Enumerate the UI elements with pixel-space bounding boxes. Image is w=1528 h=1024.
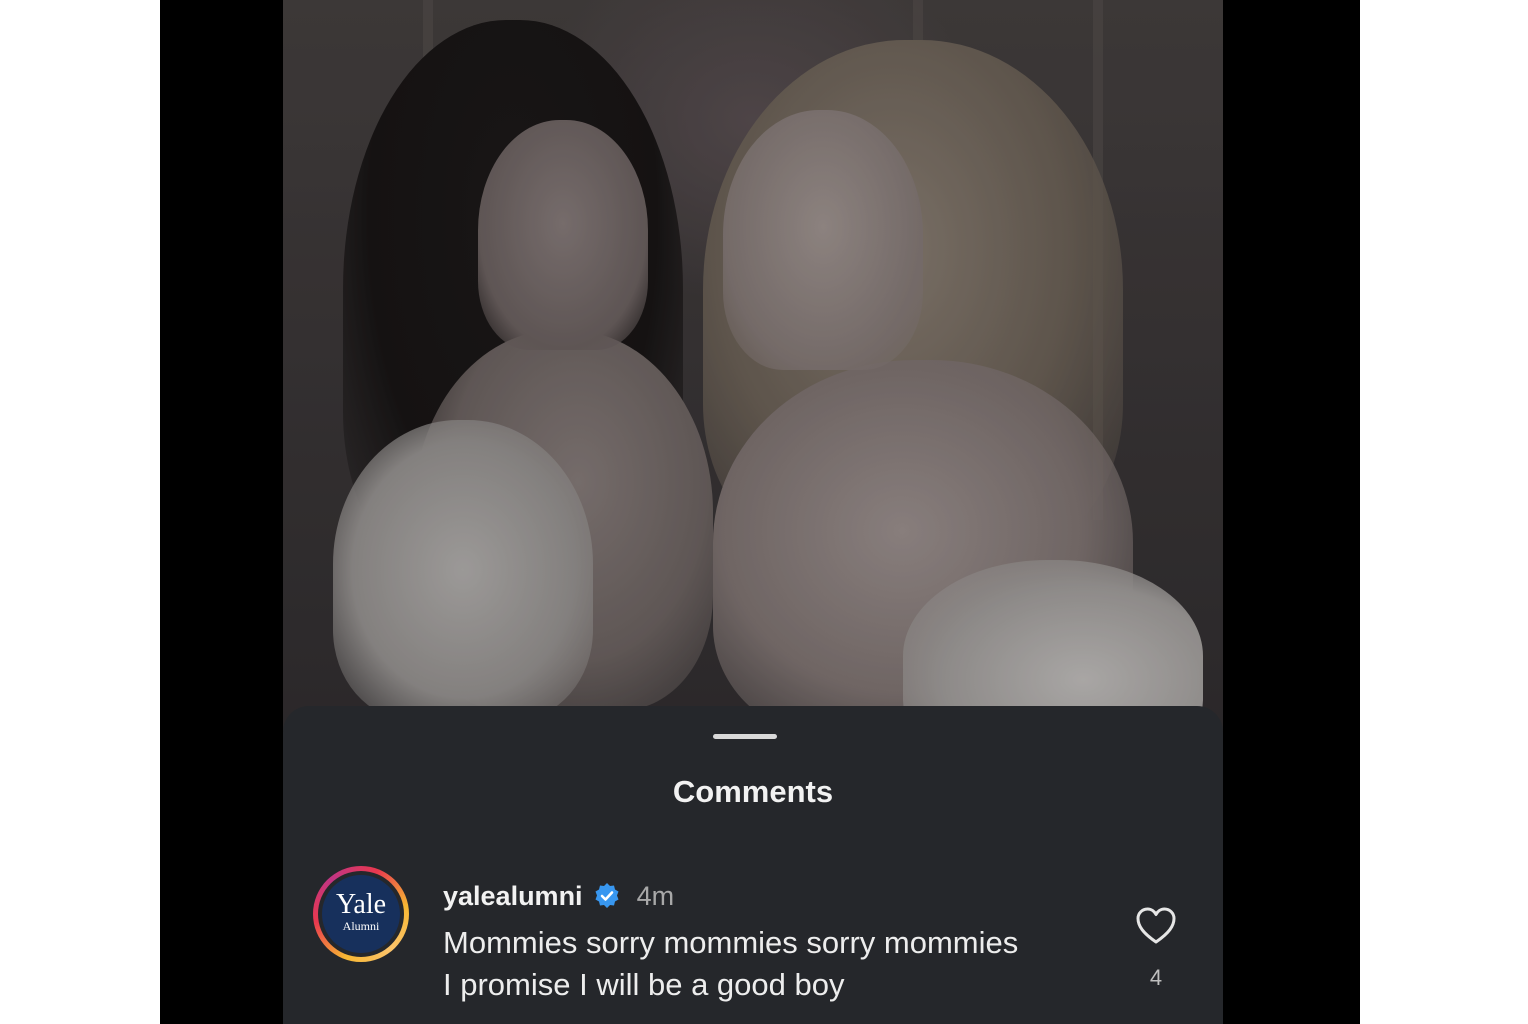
comment-body: Mommies sorry mommies sorry mommies I pr… <box>443 922 1123 1006</box>
comment-text-line: Mommies sorry mommies sorry mommies <box>443 925 1019 960</box>
logo-text-yale: Yale <box>335 889 387 920</box>
sheet-drag-handle[interactable] <box>713 734 777 739</box>
yale-alumni-logo: Yale Alumni <box>322 875 400 953</box>
comment-item: Yale Alumni yalealumni 4m Mommies sorry … <box>313 866 1193 1016</box>
logo-text-alumni: Alumni <box>342 919 380 933</box>
comment-text-line: I promise I will be a good boy <box>443 967 845 1002</box>
like-count: 4 <box>1149 965 1163 990</box>
app-screen: Comments Yale Alumni yalealumni 4m Mommi… <box>283 0 1223 1024</box>
comment-username[interactable]: yalealumni <box>443 881 583 912</box>
screenshot-frame: Comments Yale Alumni yalealumni 4m Mommi… <box>160 0 1360 1024</box>
comment-timestamp: 4m <box>636 880 675 911</box>
comment-header: yalealumni 4m <box>443 878 674 914</box>
heart-outline-icon <box>1136 907 1176 944</box>
comments-sheet: Comments Yale Alumni yalealumni 4m Mommi… <box>283 706 1223 1024</box>
avatar[interactable]: Yale Alumni <box>313 866 409 962</box>
like-button[interactable]: 4 <box>1133 906 1179 991</box>
sheet-title: Comments <box>672 774 834 809</box>
post-photo[interactable] <box>283 0 1223 760</box>
dim-overlay <box>283 0 1223 760</box>
verified-badge-icon <box>593 882 621 910</box>
